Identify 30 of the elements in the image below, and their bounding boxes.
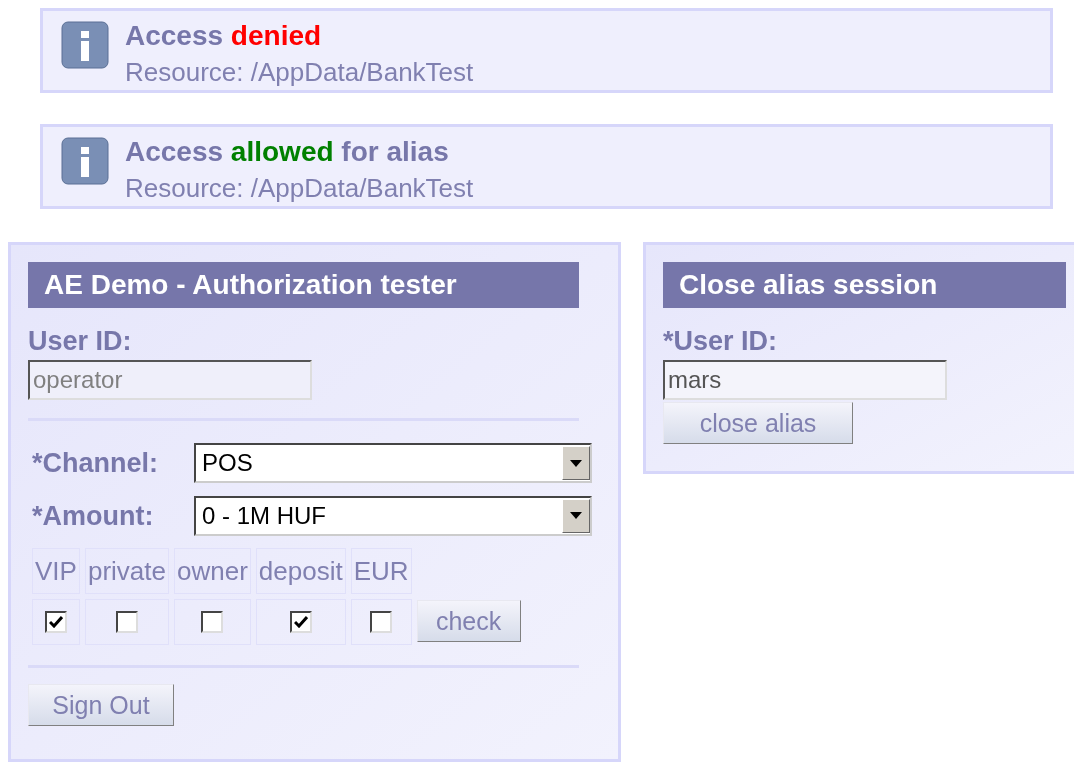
checkbox[interactable] [115, 611, 138, 633]
panel-header: AE Demo - Authorization tester [28, 262, 579, 308]
field-label: *Amount: [32, 499, 155, 533]
column-heading: VIP [32, 548, 80, 594]
close-alias-button[interactable]: close alias [663, 402, 853, 444]
user-id-field[interactable]: mars [663, 360, 947, 400]
field-label: *Channel: [32, 447, 159, 480]
dropdown[interactable]: 0 - 1M HUF [194, 495, 592, 536]
checkmark-icon [48, 616, 63, 628]
message-title: Access allowed for alias [125, 135, 450, 169]
panel-header: Close alias session [663, 262, 1066, 308]
info-icon [61, 137, 109, 185]
checkmark-icon [293, 616, 308, 628]
field-label: User ID: [28, 326, 133, 356]
info-icon [61, 21, 109, 69]
resource-path: Resource: /AppData/BankTest [125, 56, 474, 89]
checkbox[interactable] [44, 611, 67, 633]
column-heading: owner [173, 548, 251, 594]
sign-out-button[interactable]: Sign Out [28, 684, 174, 726]
resource-path: Resource: /AppData/BankTest [125, 172, 474, 205]
message-title: Access denied [125, 19, 323, 53]
column-heading: deposit [255, 548, 346, 594]
dropdown[interactable]: POS [194, 443, 592, 484]
check-button[interactable]: check [416, 600, 521, 642]
column-heading: EUR [350, 548, 412, 594]
checkbox[interactable] [289, 611, 312, 633]
checkbox[interactable] [201, 611, 224, 633]
column-heading: private [84, 548, 169, 594]
field-label: *User ID: [663, 326, 779, 356]
checkbox[interactable] [370, 611, 393, 633]
